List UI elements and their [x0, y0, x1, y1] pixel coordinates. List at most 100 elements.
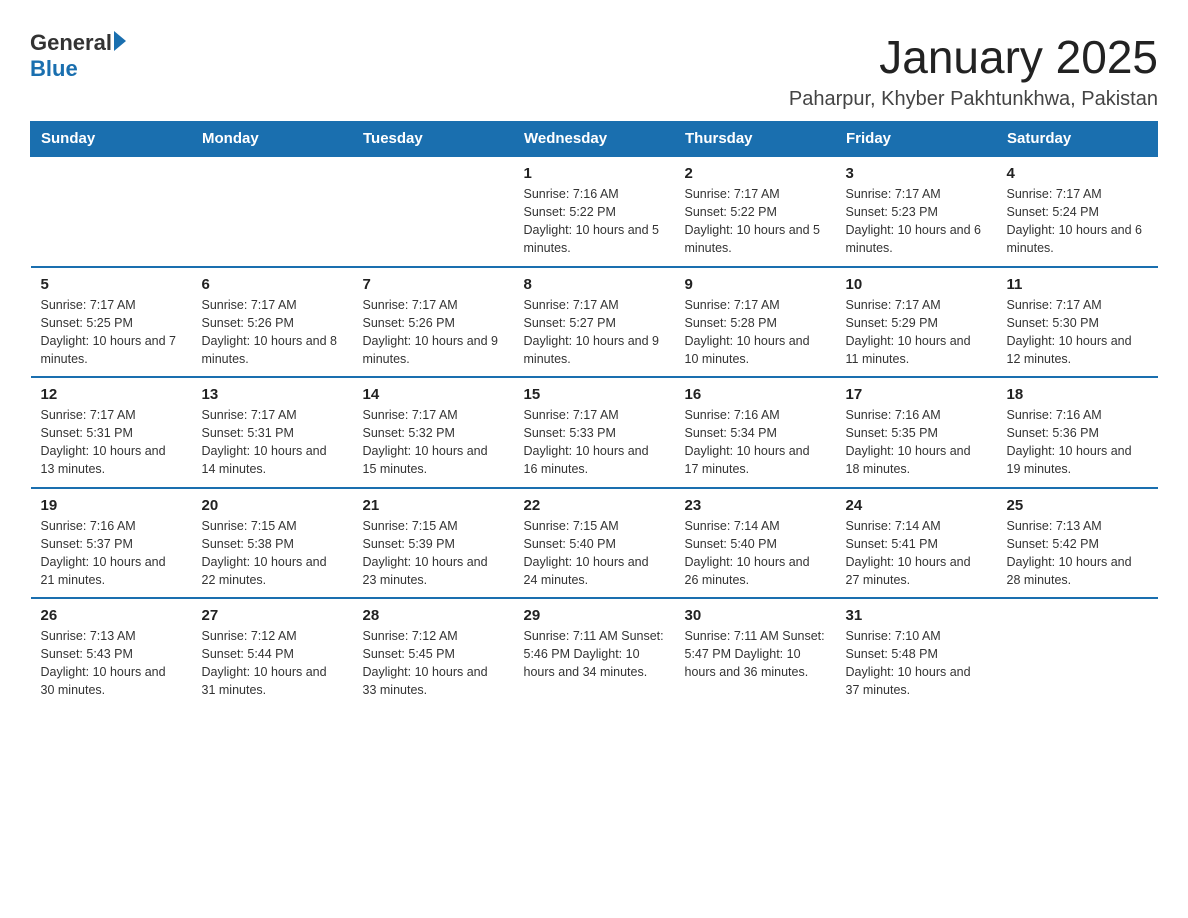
day-info: Sunrise: 7:10 AM Sunset: 5:48 PM Dayligh… [846, 627, 987, 700]
day-number: 31 [846, 607, 987, 624]
day-info: Sunrise: 7:17 AM Sunset: 5:23 PM Dayligh… [846, 185, 987, 258]
day-info: Sunrise: 7:12 AM Sunset: 5:45 PM Dayligh… [363, 627, 504, 700]
calendar-cell: 20 Sunrise: 7:15 AM Sunset: 5:38 PM Dayli… [192, 488, 353, 599]
day-number: 6 [202, 276, 343, 293]
day-number: 2 [685, 165, 826, 182]
day-info: Sunrise: 7:17 AM Sunset: 5:24 PM Dayligh… [1007, 185, 1148, 258]
day-number: 5 [41, 276, 182, 293]
day-number: 16 [685, 386, 826, 403]
calendar-cell: 7 Sunrise: 7:17 AM Sunset: 5:26 PM Daylig… [353, 267, 514, 378]
calendar-cell: 1Sunrise: 7:16 AM Sunset: 5:22 PM Daylig… [514, 156, 675, 267]
day-number: 15 [524, 386, 665, 403]
day-number: 22 [524, 497, 665, 514]
logo-arrow-icon [114, 31, 126, 51]
title-block: January 2025 Paharpur, Khyber Pakhtunkhw… [789, 30, 1158, 111]
calendar-cell: 16 Sunrise: 7:16 AM Sunset: 5:34 PM Dayli… [675, 377, 836, 488]
column-header-tuesday: Tuesday [353, 122, 514, 157]
day-info: Sunrise: 7:12 AM Sunset: 5:44 PM Dayligh… [202, 627, 343, 700]
day-number: 8 [524, 276, 665, 293]
day-info: Sunrise: 7:17 AM Sunset: 5:27 PM Dayligh… [524, 296, 665, 369]
day-info: Sunrise: 7:17 AM Sunset: 5:30 PM Dayligh… [1007, 296, 1148, 369]
calendar-cell: 9Sunrise: 7:17 AM Sunset: 5:28 PM Daylig… [675, 267, 836, 378]
day-number: 3 [846, 165, 987, 182]
column-header-sunday: Sunday [31, 122, 192, 157]
day-info: Sunrise: 7:15 AM Sunset: 5:40 PM Dayligh… [524, 517, 665, 590]
day-info: Sunrise: 7:17 AM Sunset: 5:22 PM Dayligh… [685, 185, 826, 258]
day-number: 7 [363, 276, 504, 293]
day-number: 24 [846, 497, 987, 514]
calendar-cell: 3 Sunrise: 7:17 AM Sunset: 5:23 PM Daylig… [836, 156, 997, 267]
day-header-row: SundayMondayTuesdayWednesdayThursdayFrid… [31, 122, 1158, 157]
day-info: Sunrise: 7:17 AM Sunset: 5:26 PM Dayligh… [363, 296, 504, 369]
day-number: 4 [1007, 165, 1148, 182]
day-info: Sunrise: 7:17 AM Sunset: 5:29 PM Dayligh… [846, 296, 987, 369]
day-number: 27 [202, 607, 343, 624]
day-info: Sunrise: 7:11 AM Sunset: 5:47 PM Dayligh… [685, 627, 826, 681]
calendar-cell: 17 Sunrise: 7:16 AM Sunset: 5:35 PM Dayli… [836, 377, 997, 488]
column-header-wednesday: Wednesday [514, 122, 675, 157]
calendar-cell: 5 Sunrise: 7:17 AM Sunset: 5:25 PM Daylig… [31, 267, 192, 378]
column-header-thursday: Thursday [675, 122, 836, 157]
calendar-cell: 28Sunrise: 7:12 AM Sunset: 5:45 PM Dayli… [353, 598, 514, 708]
week-row-3: 12Sunrise: 7:17 AM Sunset: 5:31 PM Dayli… [31, 377, 1158, 488]
day-info: Sunrise: 7:17 AM Sunset: 5:25 PM Dayligh… [41, 296, 182, 369]
column-header-saturday: Saturday [997, 122, 1158, 157]
calendar-cell [353, 156, 514, 267]
column-header-friday: Friday [836, 122, 997, 157]
day-number: 30 [685, 607, 826, 624]
day-info: Sunrise: 7:14 AM Sunset: 5:41 PM Dayligh… [846, 517, 987, 590]
week-row-1: 1Sunrise: 7:16 AM Sunset: 5:22 PM Daylig… [31, 156, 1158, 267]
day-info: Sunrise: 7:16 AM Sunset: 5:35 PM Dayligh… [846, 406, 987, 479]
day-info: Sunrise: 7:17 AM Sunset: 5:31 PM Dayligh… [202, 406, 343, 479]
calendar-cell: 19Sunrise: 7:16 AM Sunset: 5:37 PM Dayli… [31, 488, 192, 599]
calendar-cell: 22 Sunrise: 7:15 AM Sunset: 5:40 PM Dayli… [514, 488, 675, 599]
column-header-monday: Monday [192, 122, 353, 157]
day-number: 14 [363, 386, 504, 403]
logo: General Blue [30, 30, 126, 82]
day-info: Sunrise: 7:17 AM Sunset: 5:32 PM Dayligh… [363, 406, 504, 479]
page-header: General Blue January 2025 Paharpur, Khyb… [30, 30, 1158, 111]
calendar-cell: 31 Sunrise: 7:10 AM Sunset: 5:48 PM Dayli… [836, 598, 997, 708]
calendar-body: 1Sunrise: 7:16 AM Sunset: 5:22 PM Daylig… [31, 156, 1158, 708]
day-number: 29 [524, 607, 665, 624]
calendar-cell: 10 Sunrise: 7:17 AM Sunset: 5:29 PM Dayli… [836, 267, 997, 378]
calendar-cell: 2 Sunrise: 7:17 AM Sunset: 5:22 PM Daylig… [675, 156, 836, 267]
day-info: Sunrise: 7:17 AM Sunset: 5:33 PM Dayligh… [524, 406, 665, 479]
day-info: Sunrise: 7:15 AM Sunset: 5:39 PM Dayligh… [363, 517, 504, 590]
day-number: 11 [1007, 276, 1148, 293]
day-info: Sunrise: 7:14 AM Sunset: 5:40 PM Dayligh… [685, 517, 826, 590]
calendar-cell: 27 Sunrise: 7:12 AM Sunset: 5:44 PM Dayli… [192, 598, 353, 708]
day-info: Sunrise: 7:16 AM Sunset: 5:34 PM Dayligh… [685, 406, 826, 479]
calendar-cell: 18 Sunrise: 7:16 AM Sunset: 5:36 PM Dayli… [997, 377, 1158, 488]
day-number: 20 [202, 497, 343, 514]
day-info: Sunrise: 7:15 AM Sunset: 5:38 PM Dayligh… [202, 517, 343, 590]
calendar-cell: 15 Sunrise: 7:17 AM Sunset: 5:33 PM Dayli… [514, 377, 675, 488]
day-info: Sunrise: 7:16 AM Sunset: 5:37 PM Dayligh… [41, 517, 182, 590]
calendar-cell: 25Sunrise: 7:13 AM Sunset: 5:42 PM Dayli… [997, 488, 1158, 599]
calendar-cell: 13 Sunrise: 7:17 AM Sunset: 5:31 PM Dayli… [192, 377, 353, 488]
day-number: 10 [846, 276, 987, 293]
calendar-cell: 24 Sunrise: 7:14 AM Sunset: 5:41 PM Dayli… [836, 488, 997, 599]
calendar-cell: 6 Sunrise: 7:17 AM Sunset: 5:26 PM Daylig… [192, 267, 353, 378]
calendar-cell [192, 156, 353, 267]
day-number: 26 [41, 607, 182, 624]
subtitle: Paharpur, Khyber Pakhtunkhwa, Pakistan [789, 88, 1158, 111]
calendar-cell: 30 Sunrise: 7:11 AM Sunset: 5:47 PM Dayli… [675, 598, 836, 708]
calendar-cell: 21 Sunrise: 7:15 AM Sunset: 5:39 PM Dayli… [353, 488, 514, 599]
calendar-cell: 23Sunrise: 7:14 AM Sunset: 5:40 PM Dayli… [675, 488, 836, 599]
day-info: Sunrise: 7:13 AM Sunset: 5:43 PM Dayligh… [41, 627, 182, 700]
day-info: Sunrise: 7:17 AM Sunset: 5:26 PM Dayligh… [202, 296, 343, 369]
day-number: 9 [685, 276, 826, 293]
day-number: 17 [846, 386, 987, 403]
logo-blue: Blue [30, 56, 78, 82]
week-row-2: 5 Sunrise: 7:17 AM Sunset: 5:25 PM Daylig… [31, 267, 1158, 378]
week-row-5: 26 Sunrise: 7:13 AM Sunset: 5:43 PM Dayli… [31, 598, 1158, 708]
day-number: 25 [1007, 497, 1148, 514]
day-info: Sunrise: 7:16 AM Sunset: 5:36 PM Dayligh… [1007, 406, 1148, 479]
day-number: 21 [363, 497, 504, 514]
calendar-cell: 11 Sunrise: 7:17 AM Sunset: 5:30 PM Dayli… [997, 267, 1158, 378]
day-number: 13 [202, 386, 343, 403]
calendar-cell [997, 598, 1158, 708]
day-number: 18 [1007, 386, 1148, 403]
day-info: Sunrise: 7:11 AM Sunset: 5:46 PM Dayligh… [524, 627, 665, 681]
